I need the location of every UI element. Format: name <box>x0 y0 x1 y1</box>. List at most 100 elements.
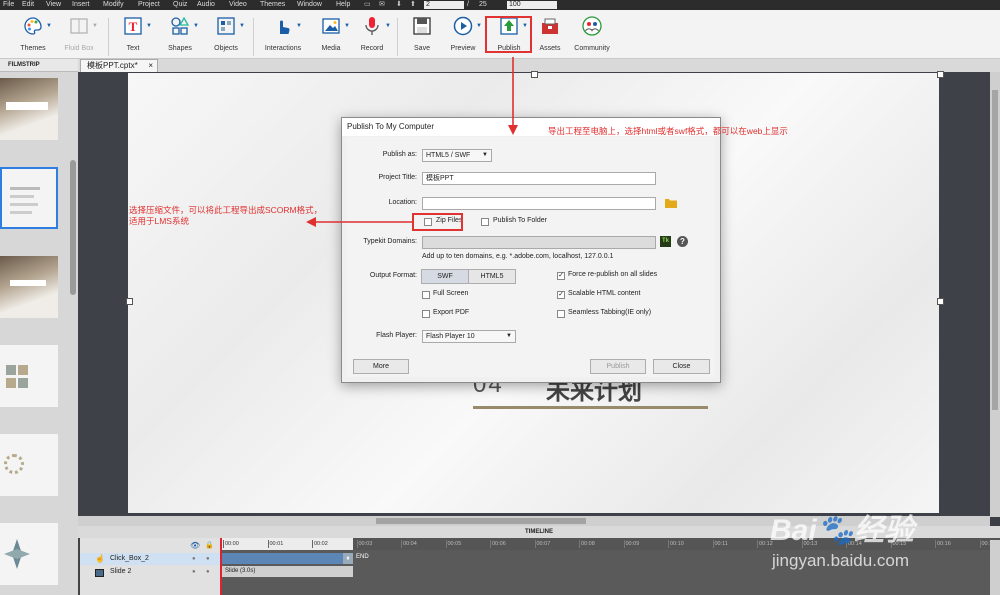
fluid-box-button[interactable]: ▼ Fluid Box <box>56 14 102 56</box>
palette-icon <box>24 17 42 35</box>
text-label: Text <box>126 45 140 52</box>
publish-dialog-button[interactable]: Publish <box>590 359 646 374</box>
resize-handle[interactable] <box>126 298 133 305</box>
objects-label: Objects <box>214 45 238 52</box>
fluid-box-label: Fluid Box <box>64 45 94 52</box>
assets-button[interactable]: Assets <box>527 14 573 56</box>
timeline-tick: 00:07 <box>534 540 551 548</box>
timeline-tick: 00:08 <box>579 540 595 548</box>
timeline-row[interactable]: ☝ Click_Box_2 ● ● <box>80 553 220 565</box>
menu-view[interactable]: View <box>46 0 61 9</box>
slide-thumbnail[interactable] <box>0 345 58 407</box>
typekit-icon[interactable]: Tk <box>660 236 671 247</box>
slide-thumbnail-selected[interactable] <box>0 167 58 229</box>
eye-icon[interactable]: 👁 <box>190 541 200 550</box>
text-button[interactable]: T ▼ Text <box>110 14 156 56</box>
menu-project[interactable]: Project <box>138 0 160 9</box>
resize-handle[interactable] <box>937 298 944 305</box>
close-tab-icon[interactable]: × <box>148 60 153 72</box>
format-swf-toggle[interactable]: SWF <box>421 269 469 284</box>
full-screen-checkbox[interactable] <box>422 291 430 299</box>
mail-icon[interactable]: ✉ <box>379 0 385 9</box>
vertical-scrollbar[interactable] <box>990 72 1000 517</box>
playhead[interactable] <box>220 538 222 595</box>
menu-themes[interactable]: Themes <box>260 0 285 9</box>
seamless-tabbing-checkbox[interactable] <box>557 310 565 318</box>
shapes-label: Shapes <box>168 45 192 52</box>
menu-video[interactable]: Video <box>229 0 247 9</box>
menu-edit[interactable]: Edit <box>22 0 34 9</box>
chevron-down-icon: ▼ <box>296 23 302 29</box>
document-tab[interactable]: 模板PPT.cptx* × <box>80 59 158 72</box>
export-pdf-checkbox[interactable] <box>422 310 430 318</box>
svg-text:T: T <box>129 19 138 34</box>
timeline-ruler-active <box>221 538 353 550</box>
slide-thumbnail[interactable] <box>0 78 58 140</box>
timeline-tick: 00:06 <box>490 540 506 548</box>
themes-label: Themes <box>20 45 46 52</box>
visibility-dot: ● <box>192 569 196 575</box>
format-html5-toggle[interactable]: HTML5 <box>468 269 516 284</box>
help-icon[interactable]: ? <box>677 236 688 247</box>
filmstrip <box>0 72 78 595</box>
slide-duration-bar[interactable]: Slide (3.0s) <box>221 566 353 577</box>
toolbar-divider <box>108 18 109 56</box>
community-icon <box>582 16 602 36</box>
menu-modify[interactable]: Modify <box>103 0 124 9</box>
menu-quiz[interactable]: Quiz <box>173 0 187 9</box>
menu-help[interactable]: Help <box>336 0 350 9</box>
horizontal-scroll-thumb[interactable] <box>376 518 586 524</box>
menu-audio[interactable]: Audio <box>197 0 215 9</box>
slide-thumbnail[interactable] <box>0 434 58 496</box>
chevron-down-icon: ▼ <box>146 23 152 29</box>
shapes-button[interactable]: ▼ Shapes <box>157 14 203 56</box>
slide-thumbnail[interactable] <box>0 256 58 318</box>
themes-button[interactable]: ▼ Themes <box>10 14 56 56</box>
lock-dot: ● <box>206 556 210 562</box>
close-button[interactable]: Close <box>653 359 710 374</box>
objects-button[interactable]: ▼ Objects <box>203 14 249 56</box>
slide-icon <box>95 569 104 577</box>
more-button[interactable]: More <box>353 359 409 374</box>
monitor-icon[interactable]: ▭ <box>364 0 371 9</box>
record-button[interactable]: ▼ Record <box>349 14 395 56</box>
media-button[interactable]: ▼ Media <box>308 14 354 56</box>
slide-number-input[interactable]: 2 <box>424 1 464 9</box>
save-button[interactable]: Save <box>399 14 445 56</box>
preview-button[interactable]: ▼ Preview <box>440 14 486 56</box>
timeline-tick: 00:09 <box>623 540 640 548</box>
force-republish-checkbox[interactable]: ✓ <box>557 272 565 280</box>
timeline-end-label: END <box>356 554 369 560</box>
interactions-button[interactable]: ▼ Interactions <box>260 14 306 56</box>
hand-pointer-icon <box>280 20 290 34</box>
menu-window[interactable]: Window <box>297 0 322 9</box>
typekit-hint: Add up to ten domains, e.g. *.adobe.com,… <box>422 253 614 260</box>
timeline-row[interactable]: Slide 2 ● ● <box>80 566 220 578</box>
scalable-html-checkbox[interactable]: ✓ <box>557 291 565 299</box>
slide-thumbnail[interactable] <box>0 523 58 585</box>
typekit-label: Typekit Domains: <box>363 238 417 245</box>
typekit-input[interactable] <box>422 236 656 249</box>
timeline-row-label: Click_Box_2 <box>110 555 149 562</box>
slide-total: 25 <box>479 1 487 8</box>
arrow-up-icon[interactable]: ⬆ <box>410 0 416 9</box>
community-button[interactable]: Community <box>569 14 615 56</box>
chevron-down-icon: ▼ <box>239 23 245 29</box>
menu-bar: File Edit View Insert Modify Project Qui… <box>0 0 1000 10</box>
zoom-select[interactable]: 100 <box>507 1 557 9</box>
folder-icon[interactable] <box>665 198 677 208</box>
click-box-bar[interactable] <box>221 553 345 564</box>
slide-separator: / <box>467 1 469 8</box>
resize-handle[interactable] <box>937 71 944 78</box>
arrow-down-icon[interactable]: ⬇ <box>396 0 402 9</box>
lock-icon[interactable]: 🔒 <box>205 541 214 549</box>
flash-player-select[interactable]: Flash Player 10 ▼ <box>422 330 516 343</box>
filmstrip-scrollbar[interactable] <box>70 160 76 295</box>
menu-file[interactable]: File <box>3 0 14 9</box>
output-format-label: Output Format: <box>369 272 417 279</box>
text-icon: T <box>124 17 142 35</box>
pause-icon[interactable]: ⏸ <box>343 553 353 564</box>
timeline-scrollbar[interactable] <box>990 540 1000 595</box>
menu-insert[interactable]: Insert <box>72 0 90 9</box>
resize-handle[interactable] <box>531 71 538 78</box>
